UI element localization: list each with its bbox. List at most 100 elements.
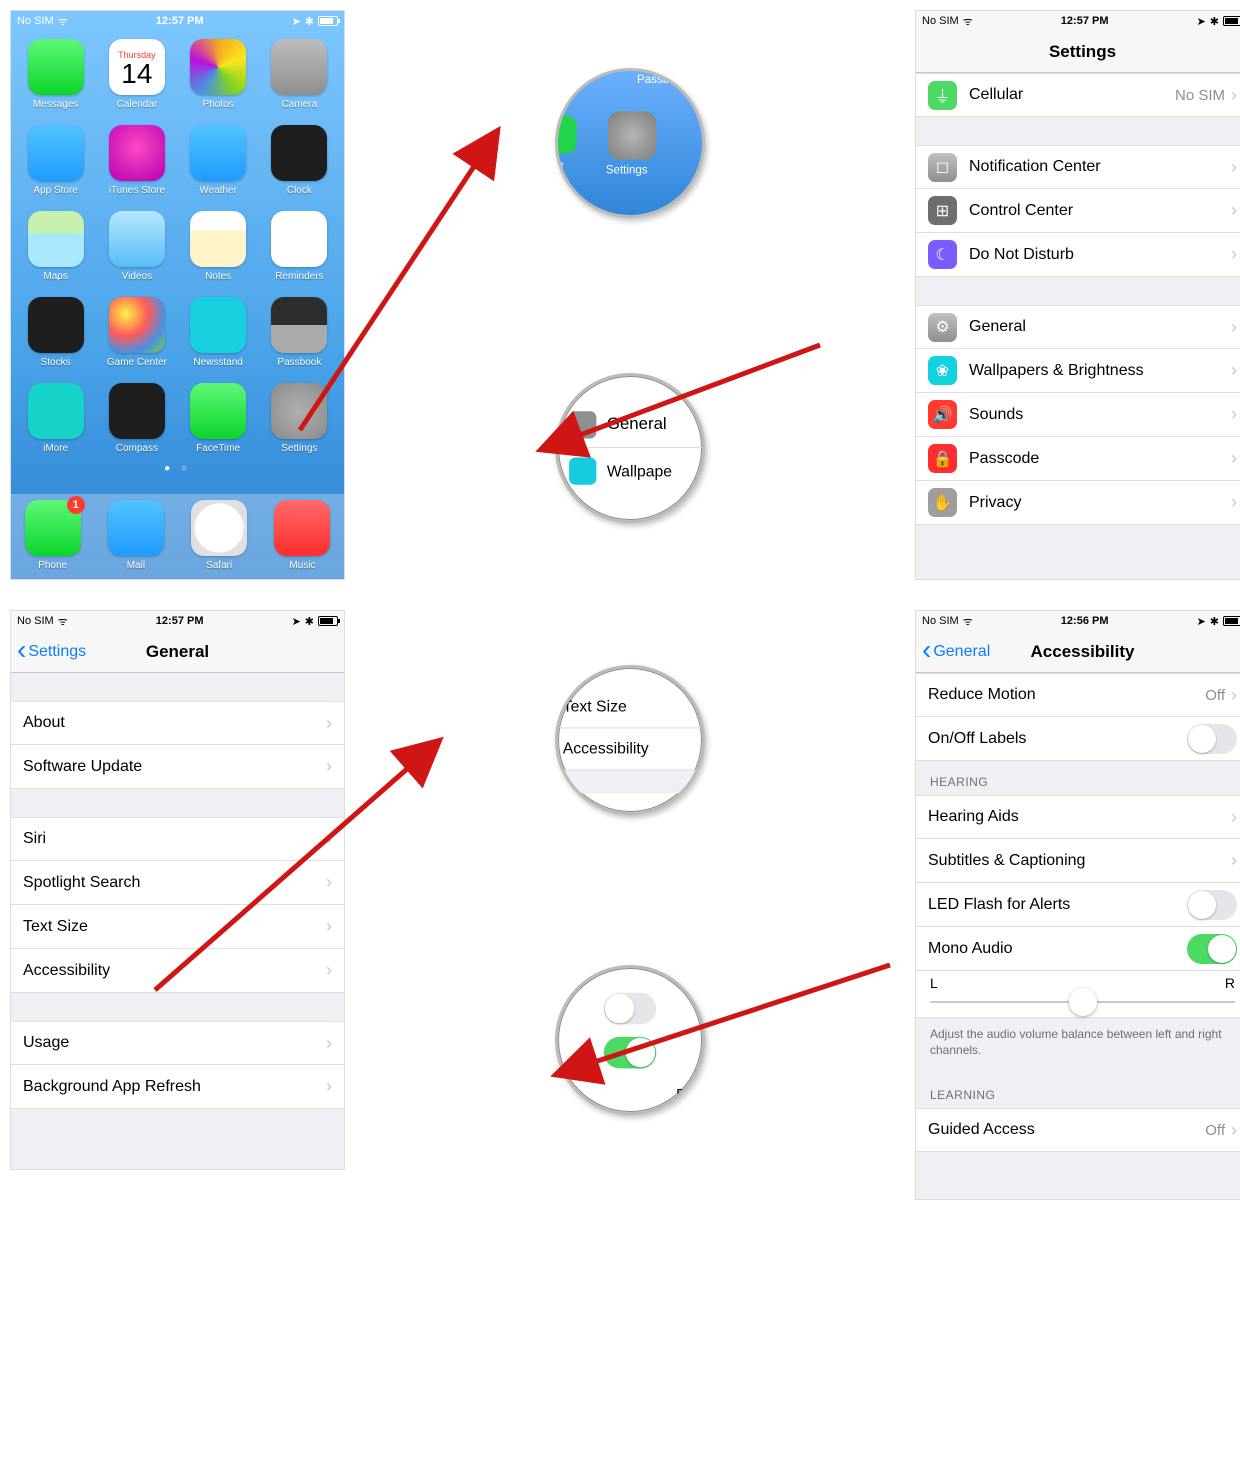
row-label: On/Off Labels [928, 730, 1187, 748]
app-photos[interactable]: Photos [182, 39, 255, 117]
row-label: Cellular [969, 86, 1175, 104]
row-sounds[interactable]: 🔊 Sounds › [916, 393, 1240, 437]
app-calendar[interactable]: Thursday14Calendar [100, 39, 173, 117]
page-dots[interactable]: ● ○ [11, 463, 344, 474]
row-subtitles[interactable]: Subtitles & Captioning› [916, 839, 1240, 883]
toggle-onoff-labels[interactable] [1187, 724, 1237, 754]
app-imore[interactable]: iMore [19, 383, 92, 461]
lens-accessibility-label: Accessibility [555, 728, 705, 770]
row-control-center[interactable]: ⊞ Control Center › [916, 189, 1240, 233]
row-reduce-motion[interactable]: Reduce Motion Off › [916, 673, 1240, 717]
dock-mail[interactable]: Mail [108, 500, 164, 571]
cellular-icon: ⏚ [928, 81, 957, 110]
dock-music[interactable]: Music [274, 500, 330, 571]
settings-list[interactable]: ⏚ Cellular No SIM › ◻ Notification Cente… [916, 73, 1240, 579]
app-passbook[interactable]: Passbook [263, 297, 336, 375]
app-videos[interactable]: Videos [100, 211, 173, 289]
settings-root-screen: No SIMᯤ 12:57 PM ➤✱ Settings ⏚ Cellular … [915, 10, 1240, 580]
row-usage[interactable]: Usage› [11, 1021, 344, 1065]
app-weather[interactable]: Weather [182, 125, 255, 203]
row-software-update[interactable]: Software Update› [11, 745, 344, 789]
general-screen: No SIMᯤ 12:57 PM ➤✱ Settings General Abo… [10, 610, 345, 1170]
row-label: LED Flash for Alerts [928, 896, 1187, 914]
row-passcode[interactable]: 🔒 Passcode › [916, 437, 1240, 481]
chevron-right-icon: › [1231, 200, 1237, 221]
row-privacy[interactable]: ✋ Privacy › [916, 481, 1240, 525]
status-bar: No SIMᯤ 12:57 PM ➤✱ [916, 11, 1240, 31]
lens-mono-toggle: R [555, 965, 705, 1115]
phone-badge: 1 [67, 496, 85, 514]
app-maps[interactable]: Maps [19, 211, 92, 289]
dock: 1Phone Mail Safari Music [11, 494, 344, 579]
row-siri[interactable]: Siri› [11, 817, 344, 861]
row-bg-refresh[interactable]: Background App Refresh› [11, 1065, 344, 1109]
row-text-size[interactable]: Text Size› [11, 905, 344, 949]
row-wallpapers[interactable]: ❀ Wallpapers & Brightness › [916, 349, 1240, 393]
clock-label: 12:57 PM [1061, 15, 1109, 27]
app-itunes[interactable]: iTunes Store [100, 125, 173, 203]
app-appstore[interactable]: App Store [19, 125, 92, 203]
chevron-right-icon: › [326, 916, 332, 937]
row-onoff-labels[interactable]: On/Off Labels [916, 717, 1240, 761]
row-mono-audio[interactable]: Mono Audio [916, 927, 1240, 971]
app-messages[interactable]: Messages [19, 39, 92, 117]
lens-time-label: Time [555, 159, 564, 171]
row-hearing-aids[interactable]: Hearing Aids› [916, 795, 1240, 839]
row-accessibility[interactable]: Accessibility› [11, 949, 344, 993]
row-general[interactable]: ⚙ General › [916, 305, 1240, 349]
dock-safari[interactable]: Safari [191, 500, 247, 571]
navbar: Settings [916, 31, 1240, 73]
app-settings[interactable]: Settings [263, 383, 336, 461]
carrier-label: No SIM [922, 615, 959, 627]
row-spotlight[interactable]: Spotlight Search› [11, 861, 344, 905]
app-notes[interactable]: Notes [182, 211, 255, 289]
app-clock[interactable]: Clock [263, 125, 336, 203]
wifi-icon: ᯤ [58, 614, 68, 629]
row-led-flash[interactable]: LED Flash for Alerts [916, 883, 1240, 927]
battery-icon [318, 16, 338, 26]
lens-textsize-label: Text Size [555, 686, 705, 728]
section-header-hearing: HEARING [916, 761, 1240, 795]
battery-icon [1223, 16, 1240, 26]
gear-icon [569, 410, 596, 437]
row-about[interactable]: About› [11, 701, 344, 745]
row-value: No SIM [1175, 87, 1225, 104]
toggle-led-flash[interactable] [1187, 890, 1237, 920]
chevron-right-icon: › [1231, 492, 1237, 513]
row-label: Reduce Motion [928, 686, 1205, 704]
row-notification-center[interactable]: ◻ Notification Center › [916, 145, 1240, 189]
back-button[interactable]: General [916, 643, 990, 661]
accessibility-list[interactable]: Reduce Motion Off › On/Off Labels HEARIN… [916, 673, 1240, 1199]
wifi-icon: ᯤ [58, 14, 68, 29]
chevron-right-icon: › [326, 829, 332, 850]
dock-phone[interactable]: 1Phone [25, 500, 81, 571]
general-list[interactable]: About› Software Update› Siri› Spotlight … [11, 673, 344, 1169]
app-gamecenter[interactable]: Game Center [100, 297, 173, 375]
row-label: Guided Access [928, 1121, 1205, 1139]
row-label: Mono Audio [928, 940, 1187, 958]
row-guided-access[interactable]: Guided Access Off › [916, 1108, 1240, 1152]
toggle-mono-audio[interactable] [1187, 934, 1237, 964]
app-stocks[interactable]: Stocks [19, 297, 92, 375]
battery-icon [318, 616, 338, 626]
chevron-right-icon: › [1231, 807, 1237, 828]
app-camera[interactable]: Camera [263, 39, 336, 117]
chevron-right-icon: › [1231, 157, 1237, 178]
app-facetime[interactable]: FaceTime [182, 383, 255, 461]
chevron-right-icon: › [326, 1076, 332, 1097]
row-label: Accessibility [23, 962, 326, 980]
app-reminders[interactable]: Reminders [263, 211, 336, 289]
clock-label: 12:57 PM [156, 15, 204, 27]
app-compass[interactable]: Compass [100, 383, 173, 461]
status-bar: No SIMᯤ 12:57 PM ➤✱ [11, 611, 344, 631]
balance-slider[interactable] [930, 1001, 1235, 1003]
back-button[interactable]: Settings [11, 643, 86, 661]
row-dnd[interactable]: ☾ Do Not Disturb › [916, 233, 1240, 277]
section-header-learning: LEARNING [916, 1074, 1240, 1108]
row-label: Do Not Disturb [969, 246, 1231, 264]
row-cellular[interactable]: ⏚ Cellular No SIM › [916, 73, 1240, 117]
navbar: Settings General [11, 631, 344, 673]
moon-icon: ☾ [928, 240, 957, 269]
app-newsstand[interactable]: Newsstand [182, 297, 255, 375]
bluetooth-icon: ✱ [305, 615, 314, 628]
